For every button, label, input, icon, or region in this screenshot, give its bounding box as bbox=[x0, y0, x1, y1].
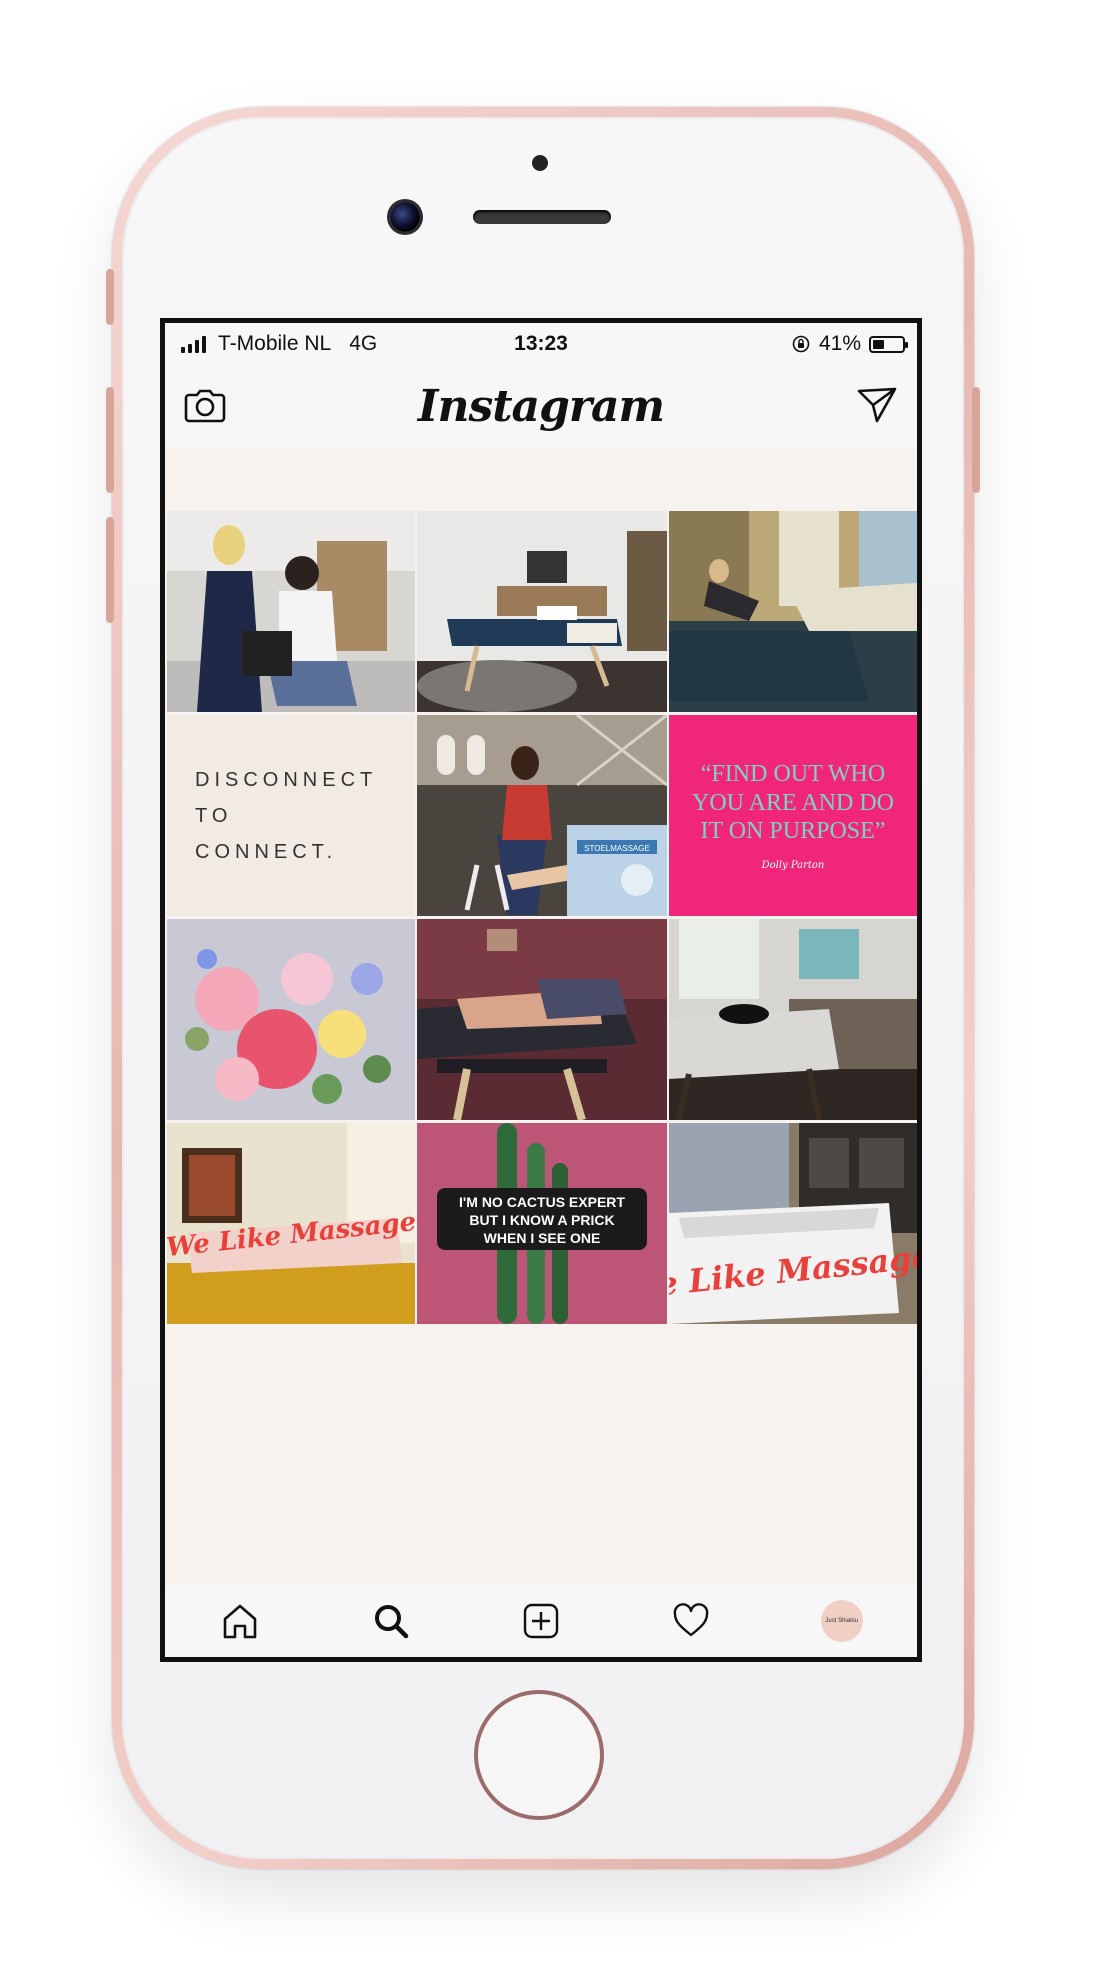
photo-flower-bouquet bbox=[167, 919, 415, 1120]
carrier-label: T-Mobile NL bbox=[218, 332, 332, 355]
battery-percent: 41% bbox=[818, 332, 861, 355]
post-living-room-table[interactable] bbox=[669, 919, 917, 1120]
photo-stool-massage: STOELMASSAGE bbox=[417, 715, 667, 916]
photo-brand-pillow: We Like Massage bbox=[167, 1123, 415, 1324]
photo-living-room bbox=[669, 919, 917, 1120]
volume-up-button bbox=[106, 387, 114, 493]
post-stool-massage[interactable]: STOELMASSAGE bbox=[417, 715, 667, 916]
send-icon[interactable] bbox=[855, 383, 899, 427]
battery-icon bbox=[869, 335, 908, 353]
clock: 13:23 bbox=[514, 332, 568, 355]
orientation-lock-icon bbox=[792, 335, 810, 353]
nav-search[interactable] bbox=[361, 1591, 421, 1651]
post-dolly-quote[interactable]: “FIND OUT WHO YOU ARE AND DO IT ON PURPO… bbox=[669, 715, 917, 916]
app-screen: T-Mobile NL 4G 13:23 41% Instagram DISCO… bbox=[160, 318, 922, 1662]
nav-home[interactable] bbox=[210, 1591, 270, 1651]
network-label: 4G bbox=[349, 332, 378, 355]
app-logo: Instagram bbox=[417, 380, 665, 432]
post-we-like-massage-chair[interactable]: We Like Massage bbox=[669, 1123, 917, 1324]
quote-line-2: TO bbox=[195, 804, 233, 827]
earpiece bbox=[473, 210, 611, 224]
status-bar: T-Mobile NL 4G 13:23 41% bbox=[165, 323, 917, 365]
photo-table-person bbox=[417, 919, 667, 1120]
photo-brand-chair: We Like Massage bbox=[669, 1123, 917, 1324]
profile-avatar: Just Shiatsu bbox=[820, 1600, 863, 1642]
post-flower-bouquet[interactable] bbox=[167, 919, 415, 1120]
home-icon bbox=[223, 1604, 257, 1639]
post-disconnect-quote[interactable]: DISCONNECT TO CONNECT. bbox=[167, 715, 415, 916]
quote-author: Dolly Parton bbox=[761, 860, 825, 872]
nav-profile[interactable]: Just Shiatsu bbox=[812, 1591, 872, 1651]
home-button[interactable] bbox=[474, 1690, 604, 1820]
nav-activity[interactable] bbox=[661, 1591, 721, 1651]
bottom-nav: Just Shiatsu bbox=[165, 1585, 917, 1657]
quote-line-1: DISCONNECT bbox=[195, 768, 378, 791]
heart-icon bbox=[674, 1603, 709, 1637]
power-button bbox=[972, 387, 980, 493]
mute-switch bbox=[106, 269, 114, 325]
post-massage-table-living[interactable] bbox=[417, 511, 667, 712]
signal-icon bbox=[181, 335, 206, 353]
search-icon bbox=[374, 1605, 408, 1639]
volume-down-button bbox=[106, 517, 114, 623]
post-cactus-expert[interactable]: I'M NO CACTUS EXPERT BUT I KNOW A PRICK … bbox=[417, 1123, 667, 1324]
app-header: Instagram bbox=[165, 365, 917, 447]
new-post-icon bbox=[523, 1603, 559, 1639]
post-table-person[interactable] bbox=[417, 919, 667, 1120]
photo-massage-room bbox=[669, 511, 917, 712]
photo-chair-massage bbox=[167, 511, 415, 712]
camera-icon[interactable] bbox=[183, 383, 227, 427]
cactus-sign-line-1: I'M NO CACTUS EXPERT bbox=[459, 1194, 625, 1210]
cactus-sign-line-2: BUT I KNOW A PRICK bbox=[469, 1212, 614, 1228]
photo-massage-table bbox=[417, 511, 667, 712]
post-grid: DISCONNECT TO CONNECT. STOELMASSAGE “FIN… bbox=[167, 511, 917, 1324]
nav-new-post[interactable] bbox=[511, 1591, 571, 1651]
post-we-like-massage-pillow[interactable]: We Like Massage bbox=[167, 1123, 415, 1324]
front-camera bbox=[390, 202, 420, 232]
stool-sign-text: STOELMASSAGE bbox=[584, 844, 650, 853]
post-chair-massage[interactable] bbox=[167, 511, 415, 712]
quote-text: “FIND OUT WHO YOU ARE AND DO IT ON PURPO… bbox=[691, 760, 894, 845]
photo-cactus: I'M NO CACTUS EXPERT BUT I KNOW A PRICK … bbox=[417, 1123, 667, 1324]
quote-line-3: CONNECT. bbox=[195, 840, 338, 863]
post-massage-room[interactable] bbox=[669, 511, 917, 712]
cactus-sign-line-3: WHEN I SEE ONE bbox=[484, 1230, 601, 1246]
proximity-sensor bbox=[532, 155, 548, 171]
